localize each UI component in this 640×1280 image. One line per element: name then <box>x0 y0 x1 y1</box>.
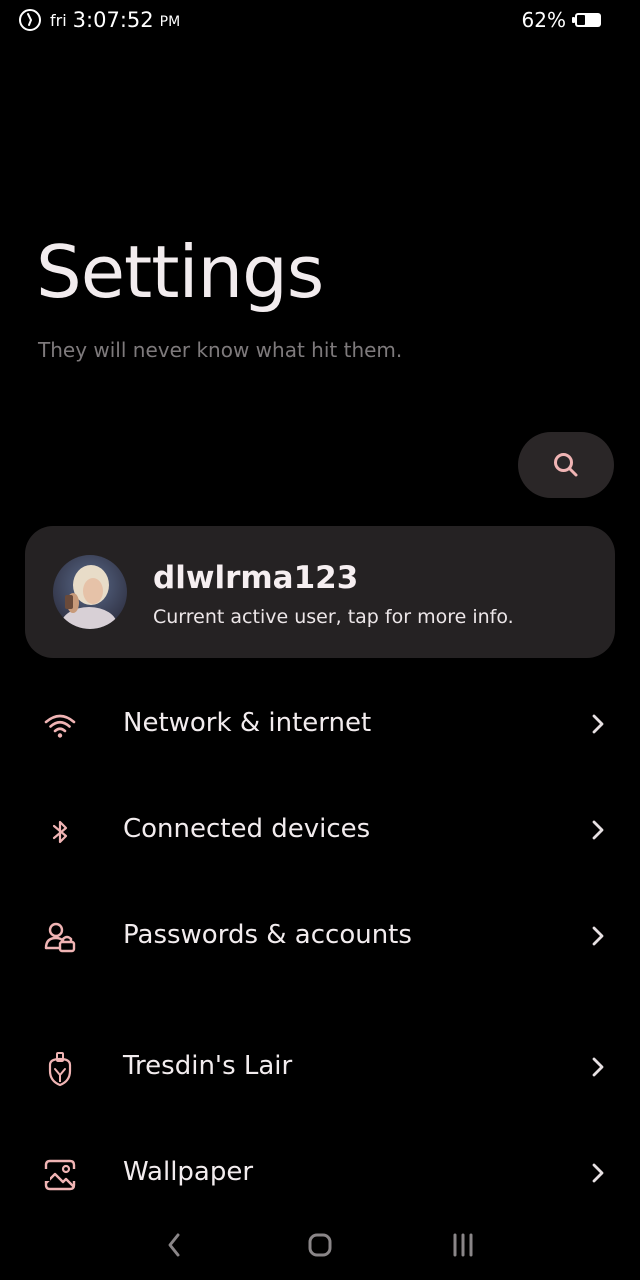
chevron-right-icon <box>592 820 604 840</box>
settings-item-label: Connected devices <box>123 814 371 844</box>
battery-level: 62% <box>521 8 566 32</box>
avatar <box>53 555 127 629</box>
account-icon <box>44 922 76 953</box>
page-subtitle: They will never know what hit them. <box>38 338 403 362</box>
settings-screen: fri 3:07:52 PM 62% Settings They will ne… <box>0 0 640 1280</box>
chevron-right-icon <box>592 1057 604 1077</box>
recents-icon <box>453 1233 473 1257</box>
wallpaper-icon <box>42 1159 78 1191</box>
avatar-image <box>53 555 127 629</box>
settings-item-tresdins-lair[interactable]: Tresdin's Lair <box>0 1027 640 1107</box>
timer-icon <box>19 9 41 31</box>
recents-button[interactable] <box>443 1227 483 1263</box>
search-button[interactable] <box>518 432 614 498</box>
settings-item-label: Network & internet <box>123 708 372 738</box>
chevron-right-icon <box>592 1163 604 1183</box>
settings-item-label: Passwords & accounts <box>123 920 412 950</box>
shield-icon <box>48 1052 72 1087</box>
settings-item-connected-devices[interactable]: Connected devices <box>0 790 640 870</box>
bluetooth-icon <box>52 820 68 844</box>
search-icon <box>554 453 578 477</box>
back-button[interactable] <box>154 1227 194 1263</box>
settings-item-passwords-accounts[interactable]: Passwords & accounts <box>0 896 640 976</box>
status-ampm: PM <box>159 14 181 30</box>
page-title: Settings <box>36 230 324 314</box>
status-right: 62% <box>522 8 602 32</box>
user-name: dlwlrma123 <box>153 560 359 596</box>
home-button[interactable] <box>300 1227 340 1263</box>
status-time: 3:07:52 <box>72 8 154 32</box>
wifi-icon <box>44 714 76 738</box>
status-left: fri 3:07:52 PM <box>18 8 180 32</box>
battery-icon <box>572 13 601 27</box>
user-subtitle: Current active user, tap for more info. <box>153 606 514 628</box>
back-icon <box>168 1233 180 1257</box>
settings-item-network[interactable]: Network & internet <box>0 684 640 764</box>
chevron-right-icon <box>592 926 604 946</box>
user-card[interactable]: dlwlrma123 Current active user, tap for … <box>25 526 615 658</box>
navigation-bar <box>0 1215 640 1275</box>
chevron-right-icon <box>592 714 604 734</box>
status-day: fri <box>50 10 67 30</box>
status-bar: fri 3:07:52 PM 62% <box>0 0 640 44</box>
settings-item-label: Wallpaper <box>123 1157 254 1187</box>
home-icon <box>308 1233 332 1257</box>
settings-item-wallpaper[interactable]: Wallpaper <box>0 1133 640 1213</box>
settings-item-label: Tresdin's Lair <box>123 1051 293 1081</box>
